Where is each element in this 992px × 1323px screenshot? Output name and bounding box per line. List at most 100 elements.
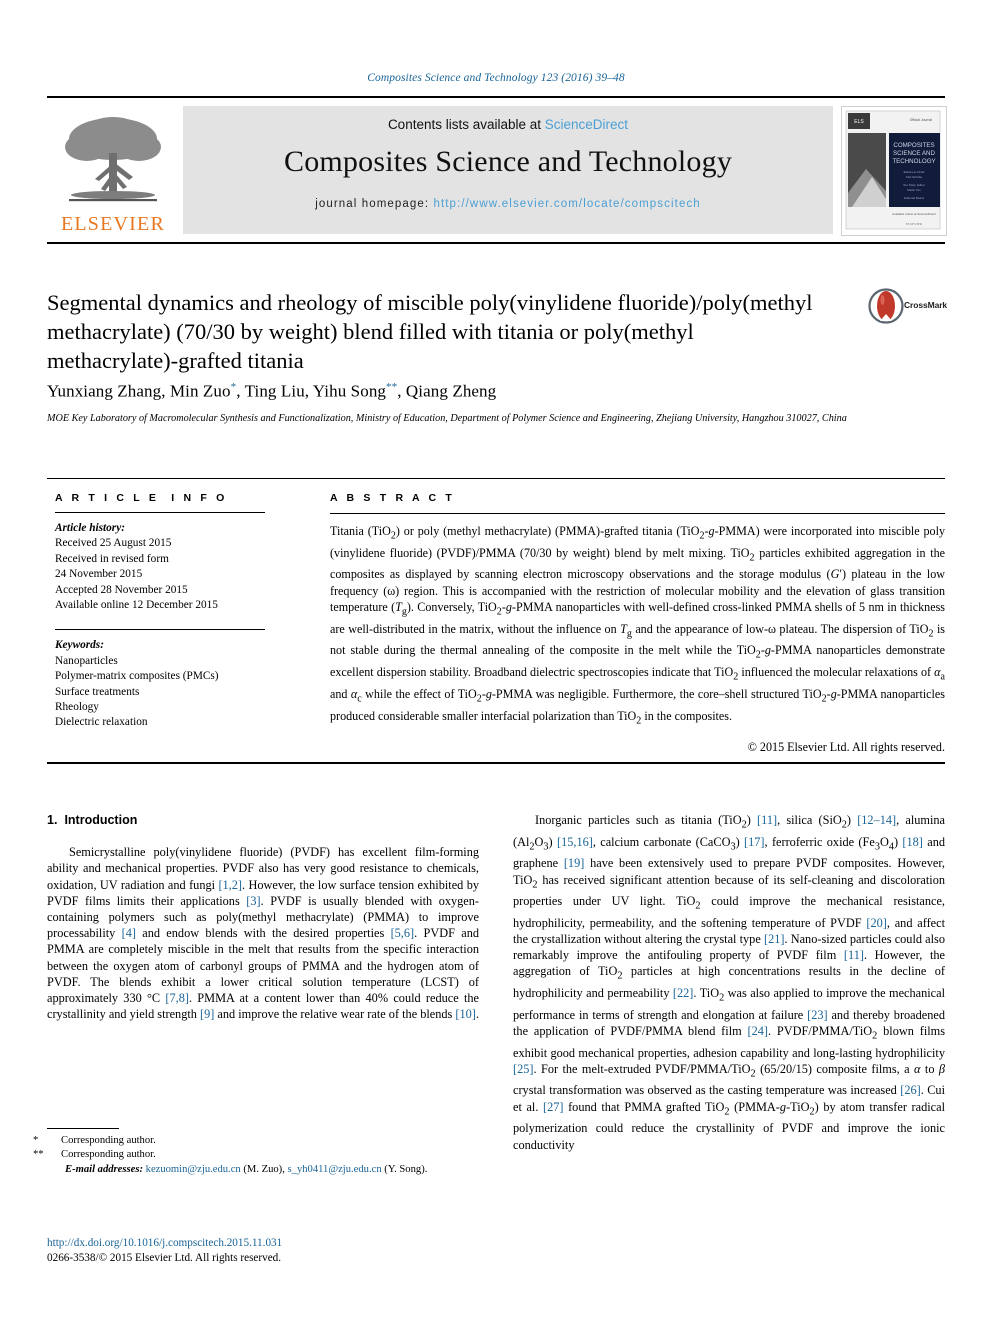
- footer-doi-block: http://dx.doi.org/10.1016/j.compscitech.…: [47, 1236, 517, 1266]
- citation-ref[interactable]: [7,8]: [165, 991, 189, 1005]
- footnote-emails: E-mail addresses: kezuomin@zju.edu.cn (M…: [47, 1163, 479, 1177]
- journal-title: Composites Science and Technology: [283, 145, 733, 178]
- history-item: Received 25 August 2015: [55, 537, 172, 550]
- author-footnote-marker-2[interactable]: **: [386, 381, 397, 393]
- footnote-corresponding-1: * Corresponding author.: [33, 1134, 479, 1148]
- paper-page: Composites Science and Technology 123 (2…: [0, 0, 992, 1323]
- footnote-marker: *: [33, 1135, 39, 1146]
- author-list: Yunxiang Zhang, Min Zuo*, Ting Liu, Yihu…: [47, 381, 497, 401]
- svg-text:Meilin Tan: Meilin Tan: [907, 188, 921, 192]
- svg-text:ELS: ELS: [854, 119, 864, 125]
- article-info-rule: [55, 512, 265, 513]
- section-label: Introduction: [64, 813, 138, 827]
- email-owner-2: (Y. Song).: [384, 1163, 428, 1175]
- contents-prefix: Contents lists available at: [387, 117, 545, 132]
- citation-ref[interactable]: [23]: [807, 1008, 828, 1022]
- article-info-heading: A R T I C L E I N F O: [55, 492, 228, 504]
- citation-ref[interactable]: [18]: [902, 835, 923, 849]
- citation-ref[interactable]: [4]: [122, 926, 136, 940]
- svg-text:ELSEVIER: ELSEVIER: [906, 222, 923, 226]
- footnote-text: Corresponding author.: [61, 1149, 156, 1161]
- crossmark-badge[interactable]: CrossMark: [868, 288, 948, 328]
- svg-text:Available online at ScienceDir: Available online at ScienceDirect: [892, 212, 936, 216]
- citation-ref[interactable]: [25]: [513, 1062, 534, 1076]
- citation-ref[interactable]: [11]: [757, 813, 777, 827]
- elsevier-wordmark: ELSEVIER: [60, 213, 166, 235]
- author-affiliation: MOE Key Laboratory of Macromolecular Syn…: [47, 413, 847, 424]
- article-history: Article history: Received 25 August 2015…: [55, 521, 265, 613]
- svg-text:Editors-in-Chief: Editors-in-Chief: [904, 170, 925, 174]
- abstract-heading: A B S T R A C T: [330, 492, 455, 504]
- journal-masthead: ELSEVIER Contents lists available at Sci…: [47, 96, 947, 238]
- keyword-item: Nanoparticles: [55, 654, 118, 667]
- svg-text:Editorial Board: Editorial Board: [904, 196, 924, 200]
- citation-ref[interactable]: [26]: [900, 1083, 921, 1097]
- citation-ref[interactable]: [19]: [564, 856, 585, 870]
- citation-ref[interactable]: [10]: [455, 1007, 476, 1021]
- keyword-item: Surface treatments: [55, 685, 140, 698]
- section-title-introduction: 1. Introduction: [47, 812, 479, 828]
- journal-cover-thumbnail: ELS Official Journal COMPOSITES SCIENCE …: [841, 106, 947, 236]
- history-item: Available online 12 December 2015: [55, 599, 218, 612]
- keywords-label: Keywords:: [55, 639, 104, 652]
- citation-ref[interactable]: [9]: [200, 1007, 214, 1021]
- footnotes-block: * Corresponding author. ** Corresponding a…: [33, 1128, 479, 1177]
- intro-paragraph-right: Inorganic particles such as titania (TiO…: [513, 813, 946, 1152]
- doi-link[interactable]: http://dx.doi.org/10.1016/j.compscitech.…: [47, 1237, 282, 1249]
- email-owner-1: (M. Zuo),: [243, 1163, 285, 1175]
- abstract-text: Titania (TiO2) or poly (methyl methacryl…: [330, 524, 946, 726]
- masthead-banner: Contents lists available at ScienceDirec…: [183, 106, 833, 234]
- citation-ref[interactable]: [20]: [866, 916, 887, 930]
- elsevier-logo: ELSEVIER: [47, 106, 179, 234]
- citation-ref[interactable]: [22]: [673, 986, 694, 1000]
- history-item: 24 November 2015: [55, 568, 143, 581]
- keyword-item: Dielectric relaxation: [55, 716, 148, 729]
- info-divider-top: [47, 478, 945, 479]
- crossmark-label: CrossMark: [904, 300, 948, 310]
- intro-left-column: 1. Introduction Semicrystalline poly(viny…: [47, 812, 479, 1022]
- article-info-column: A R T I C L E I N F O Article history: R…: [55, 492, 265, 731]
- email-link-2[interactable]: s_yh0411@zju.edu.cn: [288, 1164, 382, 1175]
- intro-paragraph-left: Semicrystalline poly(vinylidene fluoride…: [47, 845, 480, 1022]
- history-item: Accepted 28 November 2015: [55, 583, 188, 596]
- sciencedirect-link[interactable]: ScienceDirect: [545, 117, 628, 132]
- history-item: Received in revised form: [55, 552, 169, 565]
- contents-lists-line: Contents lists available at ScienceDirec…: [183, 106, 833, 132]
- citation-ref[interactable]: [27]: [543, 1100, 564, 1114]
- svg-text:Karl Schulte: Karl Schulte: [906, 175, 923, 179]
- crossmark-icon: [868, 288, 904, 324]
- citation-ref[interactable]: [21]: [764, 932, 785, 946]
- citation-ref[interactable]: [12–14]: [857, 813, 896, 827]
- keyword-item: Polymer-matrix composites (PMCs): [55, 670, 219, 683]
- citation-ref[interactable]: [15,16]: [557, 835, 593, 849]
- email-link-1[interactable]: kezuomin@zju.edu.cn: [146, 1164, 241, 1175]
- footnote-corresponding-2: ** Corresponding author.: [33, 1148, 479, 1162]
- citation-ref[interactable]: [1,2]: [218, 878, 242, 892]
- journal-homepage-link[interactable]: http://www.elsevier.com/locate/compscite…: [433, 198, 700, 210]
- svg-text:Ton Peijs, Editor: Ton Peijs, Editor: [903, 183, 925, 187]
- email-addresses-label: E-mail addresses:: [65, 1163, 143, 1175]
- abstract-column: A B S T R A C T Titania (TiO2) or poly (…: [330, 492, 945, 755]
- info-divider-bottom: [47, 762, 945, 764]
- citation-ref[interactable]: [17]: [744, 835, 765, 849]
- abstract-rule: [330, 513, 945, 514]
- author-footnote-marker-1[interactable]: *: [231, 381, 237, 393]
- svg-text:SCIENCE AND: SCIENCE AND: [893, 150, 935, 157]
- svg-text:Official Journal: Official Journal: [910, 118, 933, 122]
- keywords-rule: [55, 629, 265, 631]
- keywords-block: Keywords: Nanoparticles Polymer-matrix c…: [55, 638, 265, 730]
- citation-ref[interactable]: [11]: [844, 948, 864, 962]
- footnote-text: Corresponding author.: [61, 1135, 156, 1146]
- footnote-marker: **: [33, 1149, 44, 1161]
- citation-ref[interactable]: [5,6]: [391, 926, 415, 940]
- citation-ref[interactable]: [3]: [246, 894, 260, 908]
- citation-ref[interactable]: [24]: [748, 1024, 769, 1038]
- title-divider: [47, 242, 945, 244]
- keyword-item: Rheology: [55, 701, 99, 714]
- abstract-copyright: © 2015 Elsevier Ltd. All rights reserved…: [747, 740, 945, 755]
- article-history-label: Article history:: [55, 522, 125, 534]
- svg-text:COMPOSITES: COMPOSITES: [893, 142, 934, 149]
- page-title: Segmental dynamics and rheology of misci…: [47, 290, 813, 373]
- journal-cover-image: ELS Official Journal COMPOSITES SCIENCE …: [842, 107, 944, 233]
- elsevier-tree-icon: [65, 117, 161, 202]
